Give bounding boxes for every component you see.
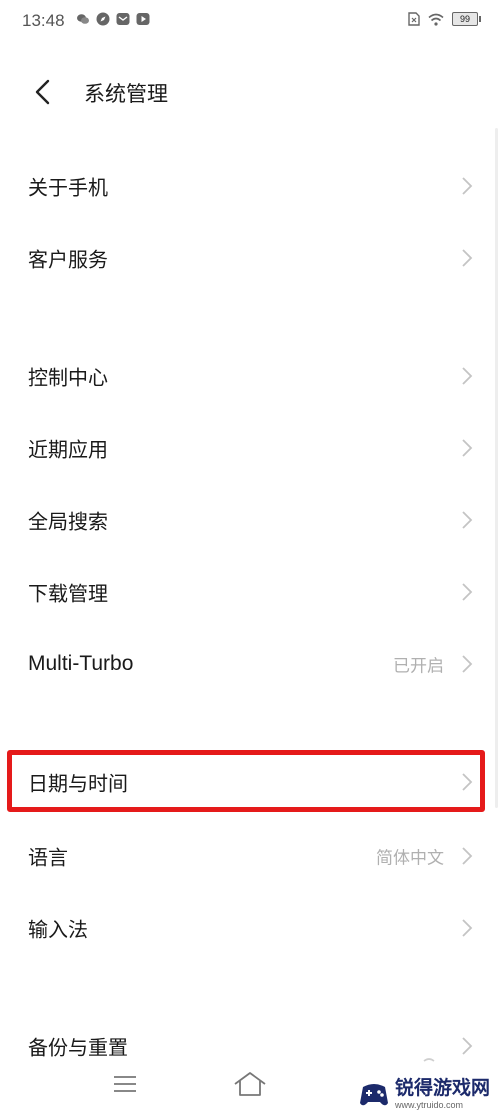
- home-icon[interactable]: [232, 1070, 268, 1098]
- battery-level: 99: [459, 14, 470, 24]
- chevron-right-icon: [462, 249, 473, 267]
- battery-indicator: 99: [452, 12, 481, 26]
- header: 系统管理: [0, 62, 500, 122]
- wifi-icon: [428, 13, 444, 26]
- back-nav-icon[interactable]: [418, 1058, 440, 1072]
- chevron-right-icon: [462, 655, 473, 673]
- chevron-right-icon: [462, 177, 473, 195]
- setting-value: 已开启: [393, 656, 444, 677]
- setting-label: 全局搜索: [28, 509, 108, 534]
- setting-about-phone[interactable]: 关于手机: [0, 150, 500, 222]
- chevron-right-icon: [462, 511, 473, 529]
- wechat-icon: [77, 14, 89, 24]
- setting-control-center[interactable]: 控制中心: [0, 340, 500, 412]
- setting-multi-turbo[interactable]: Multi-Turbo 已开启: [0, 628, 500, 700]
- setting-label: Multi-Turbo: [28, 652, 134, 675]
- setting-label: 输入法: [28, 917, 88, 942]
- setting-download-manager[interactable]: 下载管理: [0, 556, 500, 628]
- setting-label: 近期应用: [28, 437, 108, 462]
- notification-icons: [76, 12, 150, 26]
- status-bar: 13:48 99: [0, 0, 500, 44]
- setting-language[interactable]: 语言 简体中文: [0, 820, 500, 892]
- message-icon: [116, 13, 130, 25]
- setting-label: 客户服务: [28, 247, 108, 272]
- menu-icon[interactable]: [112, 1074, 138, 1094]
- play-icon: [136, 13, 150, 25]
- setting-value: 简体中文: [376, 848, 444, 869]
- setting-label: 日期与时间: [28, 771, 128, 796]
- chevron-right-icon: [462, 439, 473, 457]
- setting-label: 关于手机: [28, 175, 108, 200]
- setting-input-method[interactable]: 输入法: [0, 892, 500, 964]
- watermark: 锐得游戏网 www.ytruido.com: [359, 1079, 490, 1110]
- compass-icon: [96, 12, 110, 26]
- system-status-icons: 99: [408, 12, 481, 26]
- status-time: 13:48: [22, 11, 65, 30]
- setting-recent-apps[interactable]: 近期应用: [0, 412, 500, 484]
- setting-date-time[interactable]: 日期与时间: [0, 746, 500, 818]
- watermark-name: 锐得游戏网: [394, 1077, 490, 1099]
- gamepad-logo-icon: [359, 1083, 388, 1105]
- chevron-right-icon: [462, 919, 473, 937]
- sim-icon: [408, 12, 420, 26]
- setting-customer-service[interactable]: 客户服务: [0, 222, 500, 294]
- watermark-url: www.ytruido.com: [394, 1100, 464, 1110]
- setting-label: 控制中心: [28, 365, 108, 390]
- chevron-left-icon[interactable]: [28, 76, 60, 108]
- chevron-right-icon: [462, 847, 473, 865]
- setting-label: 下载管理: [28, 581, 108, 606]
- page-title: 系统管理: [84, 82, 168, 106]
- chevron-right-icon: [462, 773, 473, 791]
- chevron-right-icon: [462, 583, 473, 601]
- setting-label: 语言: [28, 845, 68, 870]
- chevron-right-icon: [462, 367, 473, 385]
- setting-global-search[interactable]: 全局搜索: [0, 484, 500, 556]
